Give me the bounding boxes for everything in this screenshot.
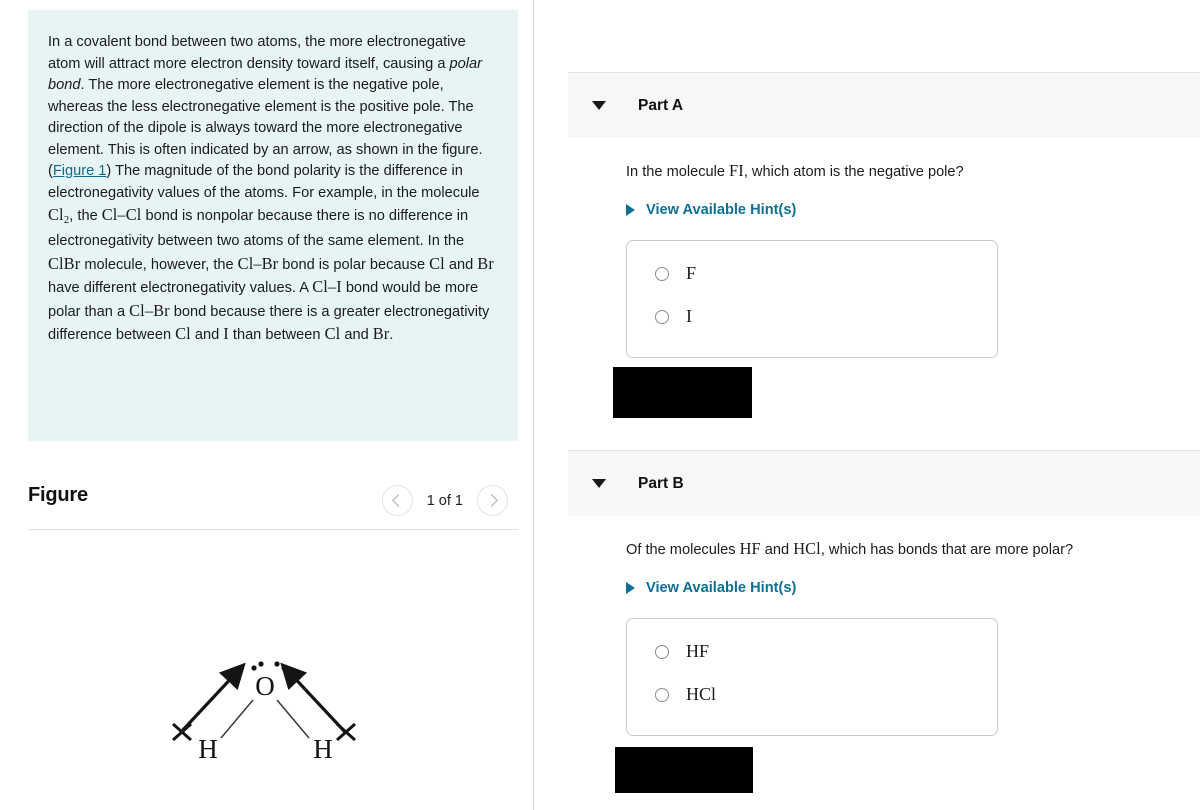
figure-prev-button[interactable] xyxy=(381,485,413,516)
part-a-header[interactable]: Part A xyxy=(568,72,1200,138)
lone-pair-dot-3 xyxy=(274,661,280,667)
part-a-answer-box: F I xyxy=(626,240,998,358)
triangle-down-icon[interactable] xyxy=(592,479,606,488)
intro-text-part-6: molecule, however, the xyxy=(80,256,238,273)
chevron-right-icon xyxy=(484,494,498,507)
part-a-choice-f[interactable]: F xyxy=(655,263,696,284)
part-b-body: Of the molecules HF and HCl, which has b… xyxy=(568,516,1200,793)
intro-text-part-14: and xyxy=(340,327,373,344)
intro-text-part-13: than between xyxy=(228,327,325,344)
part-a-choice-f-label: F xyxy=(686,263,697,283)
part-a-choice-i-label: I xyxy=(686,306,692,326)
part-a-view-hints-link[interactable]: View Available Hint(s) xyxy=(626,202,796,218)
part-b-hints-label: View Available Hint(s) xyxy=(646,580,797,596)
radio-button-icon[interactable] xyxy=(655,687,669,702)
formula-cl2-symbol: Cl xyxy=(48,205,64,224)
part-b-question-formula-hf: HF xyxy=(739,539,761,558)
atom-label-oxygen: O xyxy=(255,671,275,701)
intro-text-part-15: . xyxy=(389,327,394,344)
triangle-down-icon[interactable] xyxy=(592,101,606,110)
part-a-section: Part A In the molecule FI, which atom is… xyxy=(534,72,1200,418)
part-b-question-suffix: , which has bonds that are more polar? xyxy=(820,542,1074,558)
formula-cl-i-bond: Cl–I xyxy=(312,277,342,297)
radio-button-icon[interactable] xyxy=(655,644,669,659)
part-b-choice-hcl[interactable]: HCl xyxy=(655,684,716,705)
part-b-section: Part B Of the molecules HF and HCl, whic… xyxy=(534,450,1200,793)
intro-text-part-8: and xyxy=(444,256,478,273)
formula-br-second: Br xyxy=(372,324,390,344)
formula-cl-cl: Cl–Cl xyxy=(101,205,142,224)
intro-text-part-12: and xyxy=(190,327,224,344)
bond-o-h-left xyxy=(220,699,254,739)
problem-introduction-text: In a covalent bond between two atoms, th… xyxy=(48,32,500,347)
left-dipole-arrow xyxy=(179,662,246,734)
part-b-question: Of the molecules HF and HCl, which has b… xyxy=(626,538,1200,561)
triangle-right-icon xyxy=(626,204,635,216)
part-a-question-prefix: In the molecule xyxy=(626,164,730,180)
part-b-choice-hf[interactable]: HF xyxy=(655,641,709,662)
intro-text-part-9: have different electronegativity values.… xyxy=(48,280,313,297)
right-dipole-arrow xyxy=(280,662,347,734)
part-a-redacted-area xyxy=(613,367,752,418)
formula-cl-br-bond: Cl–Br xyxy=(237,253,279,273)
part-a-question: In the molecule FI, which atom is the ne… xyxy=(626,160,1200,183)
formula-cl-first: Cl xyxy=(429,253,445,273)
part-a-choice-i[interactable]: I xyxy=(655,306,692,327)
part-b-label: Part B xyxy=(638,474,684,492)
part-a-question-suffix: , which atom is the negative pole? xyxy=(743,164,964,180)
formula-cl2: Cl2 xyxy=(48,205,69,226)
lone-pair-dot-1 xyxy=(251,665,257,671)
intro-text-part-3: ) The magnitude of the bond polarity is … xyxy=(48,163,480,201)
part-b-choice-hcl-label: HCl xyxy=(686,684,717,704)
figure-header: Figure 1 of 1 xyxy=(28,480,518,530)
part-a-body: In the molecule FI, which atom is the ne… xyxy=(568,138,1200,418)
figure-image-area: O H H xyxy=(28,545,518,805)
lone-pair-dot-4 xyxy=(281,665,287,671)
part-b-redacted-area xyxy=(615,747,753,793)
problem-introduction-box: In a covalent bond between two atoms, th… xyxy=(28,10,518,441)
atom-label-hydrogen-right: H xyxy=(313,734,333,764)
left-pane: In a covalent bond between two atoms, th… xyxy=(0,0,533,810)
part-a-hints-label: View Available Hint(s) xyxy=(646,202,797,218)
figure-title: Figure xyxy=(28,484,88,506)
triangle-right-icon xyxy=(626,582,635,594)
lone-pair-dot-2 xyxy=(258,661,264,667)
intro-text-part-4: , the xyxy=(69,208,102,224)
figure-1-link[interactable]: Figure 1 xyxy=(53,163,107,179)
radio-button-icon[interactable] xyxy=(655,266,669,281)
intro-text-part-7: bond is polar because xyxy=(278,256,430,273)
figure-next-button[interactable] xyxy=(477,485,508,516)
part-b-question-middle: and xyxy=(760,542,794,558)
intro-text-part-1: In a covalent bond between two atoms, th… xyxy=(48,34,466,72)
figure-navigation: 1 of 1 xyxy=(381,485,508,516)
part-b-answer-box: HF HCl xyxy=(626,618,998,736)
water-dipole-diagram: O H H xyxy=(172,661,356,764)
part-a-label: Part A xyxy=(638,96,684,114)
figure-page-count: 1 of 1 xyxy=(426,492,463,509)
radio-button-icon[interactable] xyxy=(655,309,669,324)
part-b-question-formula-hcl: HCl xyxy=(793,539,821,558)
formula-cl-br-bond-2: Cl–Br xyxy=(129,300,170,320)
bond-o-h-right xyxy=(276,699,310,739)
right-pane: Part A In the molecule FI, which atom is… xyxy=(534,0,1200,810)
formula-cl-third: Cl xyxy=(324,324,341,344)
part-b-view-hints-link[interactable]: View Available Hint(s) xyxy=(626,580,796,596)
part-b-question-prefix: Of the molecules xyxy=(626,542,740,558)
formula-clbr-molecule: ClBr xyxy=(48,253,81,273)
chevron-left-icon xyxy=(392,494,406,507)
problem-page: In a covalent bond between two atoms, th… xyxy=(0,0,1200,810)
part-b-header[interactable]: Part B xyxy=(568,450,1200,516)
part-a-question-formula: FI xyxy=(729,161,744,180)
atom-label-hydrogen-left: H xyxy=(198,734,218,764)
formula-br-first: Br xyxy=(477,253,494,273)
part-b-choice-hf-label: HF xyxy=(686,641,710,661)
formula-cl-second: Cl xyxy=(175,324,191,344)
